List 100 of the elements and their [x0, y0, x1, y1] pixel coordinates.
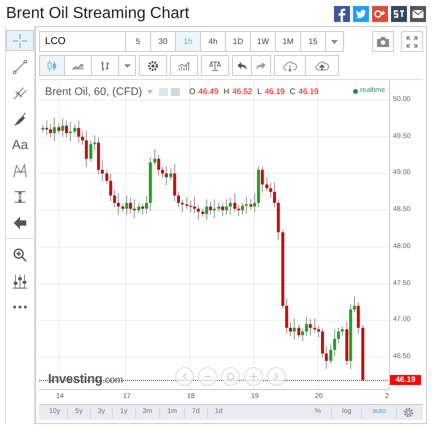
crosshair-icon	[12, 32, 28, 48]
fullscreen-icon	[406, 36, 418, 48]
ohlc-label: L	[257, 86, 262, 98]
candles-icon	[45, 58, 59, 72]
stocktwits-icon[interactable]	[391, 6, 407, 22]
arrow-left-icon	[12, 214, 28, 230]
candlestick	[52, 117, 56, 142]
scales-button[interactable]	[201, 55, 229, 76]
cloud-download-button[interactable]	[274, 55, 306, 76]
candlestick	[340, 326, 344, 336]
candlestick	[161, 166, 164, 178]
candlestick	[189, 200, 192, 213]
candlestick	[68, 122, 72, 142]
candlestick	[177, 191, 180, 208]
bars-button[interactable]	[91, 55, 119, 76]
investing-logo: Investing.com	[48, 372, 123, 386]
candlestick	[205, 198, 208, 220]
undo-button[interactable]	[232, 55, 252, 76]
candlestick	[288, 322, 292, 336]
pattern-icon	[12, 162, 28, 178]
interval-tab[interactable]: 1D	[226, 32, 251, 51]
line-icon	[12, 58, 28, 74]
interval-tab[interactable]: 1h	[176, 32, 201, 51]
candlestick	[100, 160, 104, 182]
ohlc-value: 46.19	[264, 86, 285, 98]
candlestick	[292, 318, 296, 340]
more-icon	[13, 304, 27, 308]
candlestick	[173, 163, 176, 202]
chart-legend-title: Brent Oil, 60, (CFD)	[45, 85, 142, 100]
candlestick	[89, 140, 92, 162]
pitchfork-icon	[12, 84, 28, 100]
candlestick	[185, 196, 188, 210]
candlestick	[356, 302, 360, 334]
candlestick	[324, 346, 328, 370]
interval-tab[interactable]: 4h	[201, 32, 226, 51]
candlestick	[77, 120, 80, 144]
candlestick	[137, 202, 140, 214]
chevron-right-icon[interactable]	[267, 367, 286, 386]
chevron-left-icon[interactable]	[175, 367, 194, 386]
interval-tab[interactable]: 15	[301, 32, 326, 51]
cloud-upload-icon	[315, 58, 329, 72]
candlestick	[221, 203, 224, 217]
cloud-upload-button[interactable]	[305, 55, 339, 76]
ohlc-value: 46.52	[232, 86, 252, 98]
indicators-button[interactable]	[170, 55, 198, 76]
candlestick	[109, 172, 112, 202]
brush-icon	[12, 110, 28, 126]
bird-icon[interactable]	[353, 6, 369, 22]
candlestick	[272, 182, 276, 208]
interval-tab[interactable]: 1W	[251, 32, 276, 51]
candlestick	[253, 192, 256, 213]
candlestick	[61, 118, 64, 138]
candlestick	[352, 296, 356, 313]
candlestick	[129, 197, 132, 214]
camera-button[interactable]	[372, 31, 394, 52]
candles-button[interactable]	[39, 55, 65, 76]
settings-button[interactable]	[139, 55, 167, 76]
google-plus-icon[interactable]	[372, 6, 388, 22]
text-tool-button[interactable]: Aa	[6, 134, 34, 155]
caret-button[interactable]	[118, 55, 136, 76]
candlestick	[153, 148, 156, 166]
cloud-download-icon	[283, 58, 297, 72]
candlestick	[180, 199, 184, 213]
candlestick	[45, 120, 48, 136]
ohlc-label: H	[223, 86, 230, 98]
reset-icon[interactable]	[221, 367, 240, 386]
candlestick	[240, 202, 244, 216]
fullscreen-button[interactable]	[401, 31, 423, 52]
candlestick	[145, 195, 148, 214]
candlestick	[244, 196, 248, 214]
bars-icon	[98, 58, 112, 72]
email-icon[interactable]	[410, 6, 426, 22]
camera-icon	[377, 36, 389, 46]
candlestick	[116, 192, 120, 216]
candlestick	[49, 124, 52, 138]
page-title: Brent Oil Streaming Chart	[6, 4, 190, 24]
measure-icon	[12, 188, 28, 204]
candlestick	[336, 327, 340, 344]
candlestick	[164, 166, 168, 186]
candlestick	[141, 203, 144, 216]
interval-tab[interactable]: 5	[126, 32, 151, 51]
line-chart-button[interactable]	[64, 55, 92, 76]
candlestick	[125, 195, 128, 216]
settings-icon[interactable]	[403, 407, 414, 418]
candlestick	[81, 131, 84, 146]
scales-icon	[208, 58, 222, 72]
ohlc-label: O	[189, 86, 196, 98]
candlestick	[260, 166, 264, 194]
candlestick	[113, 190, 116, 208]
candlestick	[169, 168, 172, 181]
last-price-label: 46.19	[390, 375, 421, 385]
symbol-field[interactable]: LCO	[40, 32, 126, 51]
candlestick	[73, 124, 76, 136]
zoom-icon	[12, 246, 28, 262]
candlestick	[228, 197, 232, 216]
interval-tab[interactable]: 1M	[276, 32, 301, 51]
candlestick	[297, 324, 300, 339]
facebook-icon[interactable]	[334, 6, 350, 22]
caret-icon[interactable]	[331, 40, 338, 44]
candlestick	[304, 316, 308, 336]
